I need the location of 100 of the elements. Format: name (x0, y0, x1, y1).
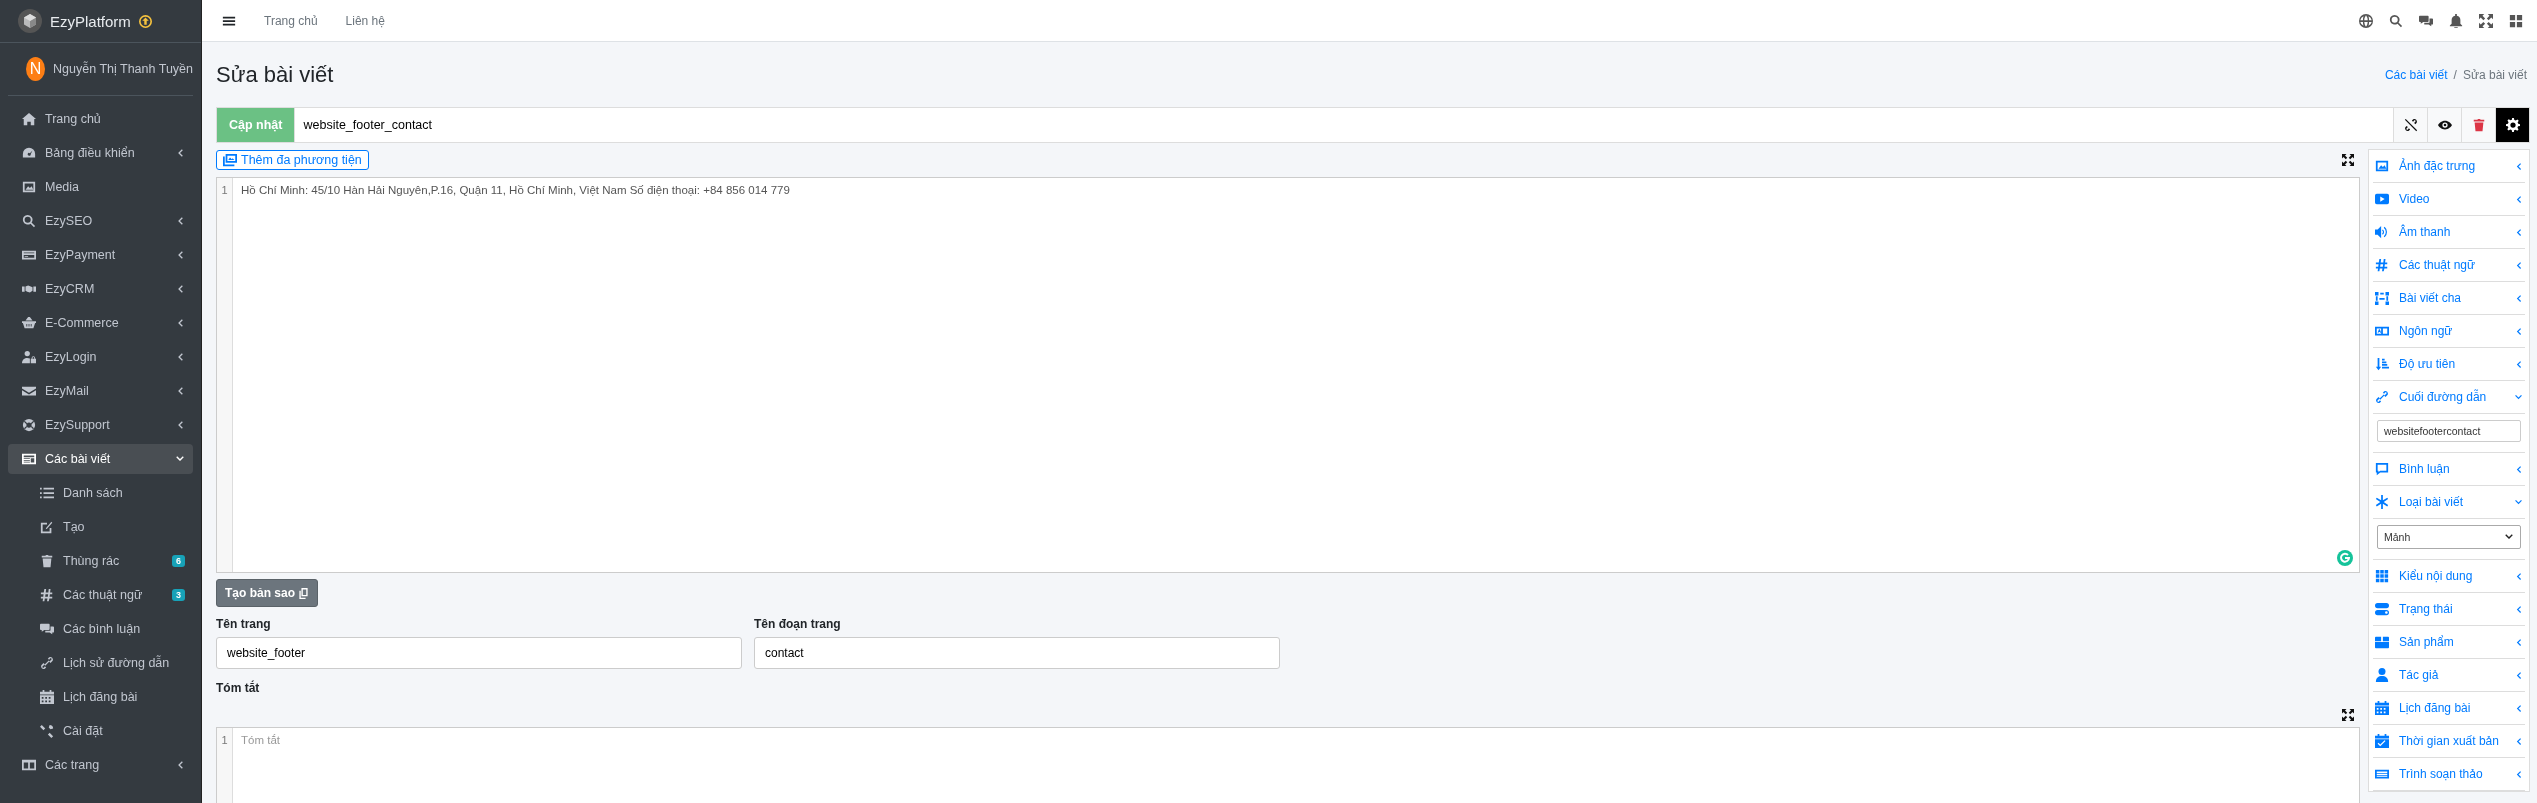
panel-item[interactable]: Tác giả (2373, 659, 2525, 692)
toggle-icon (2375, 602, 2389, 616)
breadcrumb-current: Sửa bài viết (2462, 67, 2527, 82)
sidebar-item[interactable]: Media (8, 172, 193, 202)
sidebar-item[interactable]: Bảng điều khiển (8, 138, 193, 168)
sort-icon (2375, 357, 2389, 371)
user-icon (2375, 668, 2389, 682)
speaker-icon (2375, 225, 2389, 239)
image-icon (22, 180, 36, 194)
panel-item[interactable]: Video (2373, 183, 2525, 216)
link-icon (2375, 390, 2389, 404)
user-lock-icon (22, 350, 36, 364)
columns-icon (22, 758, 36, 772)
grid-icon (2375, 569, 2389, 583)
sidebar-item[interactable]: EzyLogin (8, 342, 193, 372)
hierarchy-icon (2375, 291, 2389, 305)
panel-item[interactable]: Lịch đăng bài (2373, 692, 2525, 725)
upgrade-icon (138, 14, 152, 28)
sidebar-item[interactable]: EzyMail (8, 376, 193, 406)
panel-item[interactable]: Trình soạn thảo (2373, 758, 2525, 791)
sidebar-subitem[interactable]: Cài đặt (8, 716, 193, 746)
content-editor[interactable]: 1 Hồ Chí Minh: 45/10 Hàn Hải Nguyên,P.16, Quận 11, Hồ Chí Minh, Việt Nam Số điện thoại: +84 856 014 779 (216, 177, 2360, 573)
gauge-icon (22, 146, 36, 160)
count-badge: 3 (172, 589, 185, 601)
brand-name[interactable]: EzyPlatform (50, 12, 131, 30)
panel-item[interactable]: Loại bài viết (2373, 486, 2525, 519)
breadcrumb-separator: / (2453, 67, 2457, 82)
panel-item[interactable]: Kiểu nội dung (2373, 560, 2525, 593)
sidebar-subitem[interactable]: Thùng rác 6 (8, 546, 193, 576)
panel-item[interactable]: Âm thanh (2373, 216, 2525, 249)
panel-item[interactable]: Sản phẩm (2373, 626, 2525, 659)
post-type-select[interactable]: Mảnh (2377, 525, 2521, 549)
box-icon (2375, 635, 2389, 649)
eye-button[interactable] (2428, 107, 2462, 143)
copy-icon (298, 587, 309, 599)
fullscreen-icon (2342, 709, 2354, 721)
line-number: 1 (220, 734, 229, 746)
sidebar-item[interactable]: Trang chủ (8, 104, 193, 134)
field-label: Tên trang (216, 617, 272, 631)
sidebar-subitem[interactable]: Các thuật ngữ 3 (8, 580, 193, 610)
sidebar-subitem[interactable]: Lịch sử đường dẫn (8, 648, 193, 678)
bell-icon (2449, 13, 2463, 28)
calendar-check-icon (2375, 734, 2389, 748)
panel-item[interactable]: Cuối đường dẫn (2373, 381, 2525, 414)
eye-icon (2437, 118, 2452, 132)
nav-link[interactable]: Liên hệ (345, 13, 385, 28)
duplicate-button[interactable]: Tạo bản sao (216, 579, 318, 607)
panel-item[interactable]: Thời gian xuất bản (2373, 725, 2525, 758)
settings-icon (2505, 118, 2520, 132)
envelope-icon (22, 384, 36, 398)
logo-icon (18, 9, 42, 33)
field-label: Tóm tắt (216, 681, 261, 695)
panel-item[interactable]: Bài viết cha (2373, 282, 2525, 315)
panel-item[interactable]: Ảnh đặc trưng (2373, 150, 2525, 183)
add-media-button[interactable]: Thêm đa phương tiện (216, 150, 369, 170)
unlink-button[interactable] (2394, 107, 2428, 143)
language-icon (2375, 324, 2389, 338)
breadcrumb-link[interactable]: Các bài viết (2384, 67, 2448, 82)
panel-item[interactable]: Bình luận (2373, 453, 2525, 486)
avatar: N (26, 57, 46, 81)
sidebar-subitem[interactable]: Các bình luận (8, 614, 193, 644)
panel-item[interactable]: Trạng thái (2373, 593, 2525, 626)
panel-item[interactable]: Ngôn ngữ (2373, 315, 2525, 348)
slug-field[interactable]: websitefootercontact (2377, 420, 2521, 442)
grid-icon (2509, 13, 2523, 28)
lifebuoy-icon (22, 418, 36, 432)
comment-icon (2375, 462, 2389, 476)
sidebar-item[interactable]: Các bài viết (8, 444, 193, 474)
page-title: Sửa bài viết (216, 61, 335, 88)
trash-icon (40, 554, 54, 568)
title-field[interactable]: website_footer_contact (295, 107, 2394, 143)
asterisk-icon (2375, 495, 2389, 509)
sidebar-item[interactable]: EzyPayment (8, 240, 193, 270)
nav-link[interactable]: Trang chủ (264, 13, 318, 28)
link-icon (40, 656, 54, 670)
newspaper-icon (22, 452, 36, 466)
panel-item[interactable]: Độ ưu tiên (2373, 348, 2525, 381)
settings-button[interactable] (2496, 107, 2530, 143)
sidebar-item[interactable]: EzySupport (8, 410, 193, 440)
edit-icon (40, 520, 54, 534)
search-icon (2389, 13, 2403, 28)
input-field[interactable]: website_footer (216, 637, 742, 669)
sidebar-item[interactable]: Các trang (8, 750, 193, 780)
field-label: Tên đoạn trang (754, 617, 842, 631)
count-badge: 6 (172, 555, 185, 567)
sidebar-item[interactable]: EzyCRM (8, 274, 193, 304)
panel-item[interactable]: Các thuật ngữ (2373, 249, 2525, 282)
credit-card-icon (22, 248, 36, 262)
sidebar-item[interactable]: E-Commerce (8, 308, 193, 338)
user-name[interactable]: Nguyễn Thị Thanh Tuyền (53, 62, 193, 76)
sidebar-item[interactable]: EzySEO (8, 206, 193, 236)
delete-button[interactable] (2462, 107, 2496, 143)
home-icon (22, 112, 36, 126)
sidebar-subitem[interactable]: Danh sách (8, 478, 193, 508)
delete-icon (2471, 118, 2486, 132)
sidebar-subitem[interactable]: Tạo (8, 512, 193, 542)
input-field[interactable]: contact (754, 637, 1280, 669)
calendar-icon (40, 690, 54, 704)
sidebar-subitem[interactable]: Lịch đăng bài (8, 682, 193, 712)
summary-editor[interactable]: 1 Tóm tắt (216, 727, 2360, 803)
